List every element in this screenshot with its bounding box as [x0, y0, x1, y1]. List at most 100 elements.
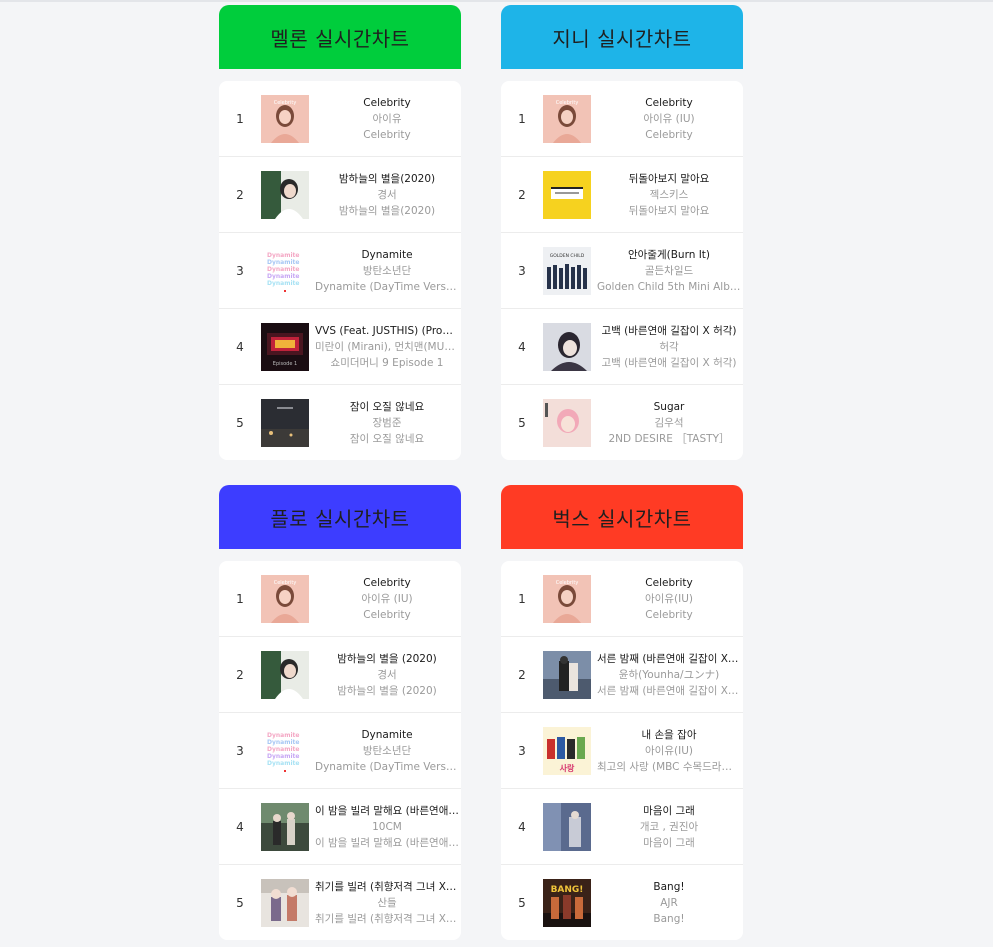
- song-album[interactable]: 서른 밤째 (바른연애 길잡이 X 윤하): [597, 683, 741, 699]
- song-row[interactable]: 3 사랑 내 손을 잡아아이유(IU)최고의 사랑 (MBC 수목드라마) OST: [501, 713, 743, 789]
- song-album[interactable]: 최고의 사랑 (MBC 수목드라마) OST: [597, 759, 741, 775]
- song-artist[interactable]: 미란이 (Mirani), 먼치맨(MUNCHMAN): [315, 339, 459, 355]
- song-album[interactable]: 밤하늘의 별을 (2020): [315, 683, 459, 699]
- album-art[interactable]: [543, 650, 591, 699]
- song-title[interactable]: 서른 밤째 (바른연애 길잡이 X 윤하): [597, 651, 741, 667]
- song-artist[interactable]: 경서: [315, 187, 459, 203]
- song-album[interactable]: 뒤돌아보지 말아요: [597, 203, 741, 219]
- song-title[interactable]: VVS (Feat. JUSTHIS) (Prod. GroovyRoom): [315, 323, 459, 339]
- song-artist[interactable]: 아이유: [315, 111, 459, 127]
- song-title[interactable]: Celebrity: [597, 95, 741, 111]
- song-row[interactable]: 2 뒤돌아보지 말아요 젝스키스 뒤돌아보지 말아요: [501, 157, 743, 233]
- song-row[interactable]: 4 고백 (바른연애 길잡이 X 허각) 허각 고백 (바른연애 길잡이 X 허각): [501, 309, 743, 385]
- song-artist[interactable]: 윤하(Younha/ユンナ): [597, 667, 741, 683]
- album-art[interactable]: [543, 170, 591, 219]
- song-row[interactable]: 2 밤하늘의 별을(2020) 경서 밤하늘의 별을(2020): [219, 157, 461, 233]
- album-art[interactable]: [543, 398, 591, 447]
- song-row[interactable]: 3 GOLDEN CHILD 안아줄게(Burn It) 골든차일드 Golden Ch…: [501, 233, 743, 309]
- song-artist[interactable]: 10CM: [315, 819, 459, 835]
- album-art[interactable]: Dynamite Dynamite Dynamite Dynamite Dynamite: [261, 246, 309, 295]
- album-art[interactable]: Celebrity: [261, 574, 309, 623]
- song-title[interactable]: Bang!: [597, 879, 741, 895]
- song-title[interactable]: Celebrity: [315, 95, 459, 111]
- song-row[interactable]: 3 Dynamite Dynamite Dynamite Dynamite Dynamit…: [219, 713, 461, 789]
- song-row[interactable]: 5 잠이 오질 않네요 장범준 잠이 오질 않네요: [219, 385, 461, 460]
- song-album[interactable]: Celebrity: [597, 127, 741, 143]
- song-artist[interactable]: 개코 , 권진아: [597, 819, 741, 835]
- song-row[interactable]: 3 Dynamite Dynamite Dynamite Dynamite Dynamit…: [219, 233, 461, 309]
- song-album[interactable]: 고백 (바른연애 길잡이 X 허각): [597, 355, 741, 371]
- song-artist[interactable]: AJR: [597, 895, 741, 911]
- song-row[interactable]: 4 Episode 1 VVS (Feat. JUSTHIS) (Prod. Gro…: [219, 309, 461, 385]
- song-row[interactable]: 1 Celebrity Celebrity 아이유 (IU) Celebrity: [501, 81, 743, 157]
- song-artist[interactable]: 아이유 (IU): [597, 111, 741, 127]
- song-album[interactable]: 쇼미더머니 9 Episode 1: [315, 355, 459, 371]
- song-album[interactable]: 이 밤을 빌려 말해요 (바른연애 길잡이 X 10CM): [315, 835, 459, 851]
- album-art[interactable]: [543, 802, 591, 851]
- song-title[interactable]: 잠이 오질 않네요: [315, 399, 459, 415]
- song-row[interactable]: 5 Sugar 김우석 2ND DESIRE ［TASTY］: [501, 385, 743, 460]
- album-art[interactable]: Celebrity: [261, 94, 309, 143]
- song-title[interactable]: 고백 (바른연애 길잡이 X 허각): [597, 323, 741, 339]
- song-album[interactable]: 2ND DESIRE ［TASTY］: [597, 431, 741, 447]
- album-art[interactable]: [261, 170, 309, 219]
- song-artist[interactable]: 젝스키스: [597, 187, 741, 203]
- song-album[interactable]: 밤하늘의 별을(2020): [315, 203, 459, 219]
- album-art[interactable]: [261, 398, 309, 447]
- song-title[interactable]: Dynamite: [315, 727, 459, 743]
- album-art[interactable]: BANG!: [543, 878, 591, 927]
- song-album[interactable]: Dynamite (DayTime Version): [315, 759, 459, 775]
- song-album[interactable]: Dynamite (DayTime Version): [315, 279, 459, 295]
- song-artist[interactable]: 김우석: [597, 415, 741, 431]
- song-row[interactable]: 2 밤하늘의 별을 (2020) 경서 밤하늘의 별을 (2020): [219, 637, 461, 713]
- song-row[interactable]: 4 마음이 그래 개코 , 권진아 마음이 그래: [501, 789, 743, 865]
- song-row[interactable]: 5 취기를 빌려 (취향저격 그녀 X 산들) 산들 취기를 빌려 (취향저격 그녀 …: [219, 865, 461, 940]
- song-artist[interactable]: 아이유(IU): [597, 743, 741, 759]
- song-artist[interactable]: 방탄소년단: [315, 743, 459, 759]
- song-album[interactable]: 잠이 오질 않네요: [315, 431, 459, 447]
- song-title[interactable]: 이 밤을 빌려 말해요 (바른연애 길잡이 X 10CM): [315, 803, 459, 819]
- song-title[interactable]: Dynamite: [315, 247, 459, 263]
- song-artist[interactable]: 아이유(IU): [597, 591, 741, 607]
- album-art[interactable]: Celebrity: [543, 94, 591, 143]
- song-title[interactable]: 밤하늘의 별을(2020): [315, 171, 459, 187]
- song-row[interactable]: 1 Celebrity Celebrity 아이유(IU) Celebrity: [501, 561, 743, 637]
- album-art[interactable]: Celebrity: [543, 574, 591, 623]
- song-artist[interactable]: 방탄소년단: [315, 263, 459, 279]
- album-art[interactable]: Episode 1: [261, 322, 309, 371]
- album-art[interactable]: [261, 650, 309, 699]
- song-album[interactable]: Celebrity: [315, 607, 459, 623]
- album-art[interactable]: [543, 322, 591, 371]
- song-album[interactable]: Bang!: [597, 911, 741, 927]
- song-title[interactable]: 밤하늘의 별을 (2020): [315, 651, 459, 667]
- song-title[interactable]: Celebrity: [315, 575, 459, 591]
- song-row[interactable]: 4 이 밤을 빌려 말해요 (바른연애 길잡이 X 10CM)10CM이 밤을 빌…: [219, 789, 461, 865]
- song-album[interactable]: Celebrity: [597, 607, 741, 623]
- song-album[interactable]: Golden Child 5th Mini Album [YES.]: [597, 279, 741, 295]
- song-row[interactable]: 5 BANG! Bang! AJR Bang!: [501, 865, 743, 940]
- song-artist[interactable]: 산들: [315, 895, 459, 911]
- song-album[interactable]: 마음이 그래: [597, 835, 741, 851]
- song-artist[interactable]: 장범준: [315, 415, 459, 431]
- song-title[interactable]: 안아줄게(Burn It): [597, 247, 741, 263]
- song-row[interactable]: 1 Celebrity Celebrity 아이유 Celebrity: [219, 81, 461, 157]
- album-art[interactable]: GOLDEN CHILD: [543, 246, 591, 295]
- album-art[interactable]: [261, 802, 309, 851]
- song-album[interactable]: 취기를 빌려 (취향저격 그녀 X 산들): [315, 911, 459, 927]
- song-title[interactable]: 마음이 그래: [597, 803, 741, 819]
- song-row[interactable]: 2 서른 밤째 (바른연애 길잡이 X 윤하) 윤하(Younha/ユンナ) 서른 밤…: [501, 637, 743, 713]
- album-art[interactable]: Dynamite Dynamite Dynamite Dynamite Dynamite: [261, 726, 309, 775]
- album-art[interactable]: 사랑: [543, 726, 591, 775]
- song-artist[interactable]: 골든차일드: [597, 263, 741, 279]
- song-album[interactable]: Celebrity: [315, 127, 459, 143]
- song-title[interactable]: Celebrity: [597, 575, 741, 591]
- album-art[interactable]: [261, 878, 309, 927]
- song-artist[interactable]: 아이유 (IU): [315, 591, 459, 607]
- song-title[interactable]: Sugar: [597, 399, 741, 415]
- song-row[interactable]: 1 Celebrity Celebrity 아이유 (IU) Celebrity: [219, 561, 461, 637]
- song-title[interactable]: 뒤돌아보지 말아요: [597, 171, 741, 187]
- song-title[interactable]: 취기를 빌려 (취향저격 그녀 X 산들): [315, 879, 459, 895]
- song-title[interactable]: 내 손을 잡아: [597, 727, 741, 743]
- song-artist[interactable]: 경서: [315, 667, 459, 683]
- song-artist[interactable]: 허각: [597, 339, 741, 355]
